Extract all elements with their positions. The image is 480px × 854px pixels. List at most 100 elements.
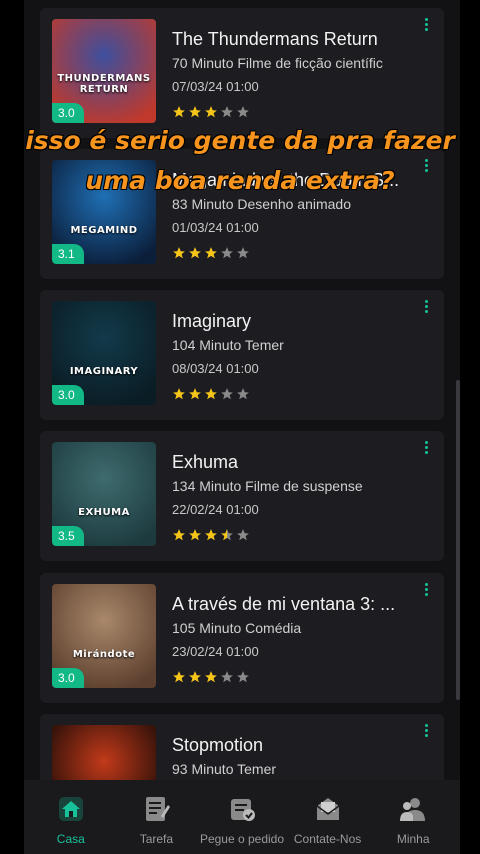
star-rating [172,105,414,121]
tab-label: Contate-Nos [293,832,362,846]
star-icon [237,106,249,118]
movie-card[interactable]: IMAGINARY 3.0 Imaginary 104 Minuto Temer 08/… [40,290,444,420]
tab-label: Minha [396,832,430,846]
movie-date: 23/02/24 01:00 [172,644,259,659]
movie-card[interactable]: EXHUMA 3.5 Exhuma 134 Minuto Filme de suspe… [40,431,444,561]
movie-duration-genre: 104 Minuto Temer [172,337,284,353]
poster-title-text: MEGAMIND [70,225,138,236]
menu-dot [424,310,428,313]
rating-badge: 3.0 [52,103,84,123]
movie-duration-genre: 134 Minuto Filme de suspense [172,478,363,494]
menu-dot [424,159,428,162]
movie-date: 08/03/24 01:00 [172,361,259,376]
movie-list[interactable]: THUNDERMANS RETURN 3.0 The Thundermans Ret… [24,0,460,780]
menu-dot [424,300,428,303]
menu-dot [424,441,428,444]
more-options-icon[interactable] [418,724,434,746]
overlay-caption-line-2: uma boa renda extra? [85,166,395,195]
movie-poster[interactable]: Mirándote 3.0 [52,584,156,688]
star-icon [173,106,185,118]
poster-title-text: Mirándote [72,649,136,660]
task-icon [146,797,171,821]
profile-icon [400,798,426,821]
overlay-caption-line-1: isso é serio gente da pra fazer [25,126,455,155]
star-icon [189,671,201,683]
movie-title: The Thundermans Return [172,29,378,49]
star-icon [221,106,233,118]
movie-info: A través de mi ventana 3: ... 105 Minuto … [172,593,414,686]
star-icon [205,106,217,118]
star-icon [221,388,233,400]
menu-dot [424,593,428,596]
menu-dot [424,23,428,26]
tab-casa[interactable]: Casa [28,780,114,854]
movie-date: 22/02/24 01:00 [172,502,259,517]
star-rating [172,670,414,686]
menu-dot [424,28,428,31]
more-options-icon[interactable] [418,18,434,40]
movie-date: 07/03/24 01:00 [172,79,259,94]
scrollbar[interactable] [456,380,460,700]
bottom-tab-bar: Casa Tarefa Pegue o pedido Contate-Nos M… [24,780,460,854]
tab-label: Tarefa [139,832,174,846]
rating-badge: 3.5 [52,526,84,546]
star-icon [173,388,185,400]
tab-label: Pegue o pedido [199,832,285,846]
star-icon [237,388,249,400]
movie-poster[interactable]: IMAGINARY 3.0 [52,301,156,405]
star-icon [205,671,217,683]
movie-duration-genre: 93 Minuto Temer [172,761,277,777]
star-icon [205,388,217,400]
star-icon [189,106,201,118]
movie-duration-genre: 70 Minuto Filme de ficção científic [172,55,383,71]
star-icon [221,247,233,259]
poster-artwork [52,725,156,780]
star-icon [189,388,201,400]
star-rating [172,246,414,262]
star-icon [189,529,201,541]
rating-badge: 3.1 [52,244,84,264]
star-icon [237,529,249,541]
star-icon [173,247,185,259]
tab-minha[interactable]: Minha [370,780,456,854]
movie-card[interactable]: THUNDERMANS RETURN 3.0 The Thundermans Ret… [40,8,444,138]
poster-title-text: IMAGINARY [69,366,139,377]
movie-title: A través de mi ventana 3: ... [172,594,396,614]
tab-label: Casa [56,832,85,846]
movie-poster[interactable] [52,725,156,780]
menu-dot [424,446,428,449]
tab-pegue-o-pedido[interactable]: Pegue o pedido [199,780,285,854]
poster-title-text: EXHUMA [78,507,130,518]
movie-date: 01/03/24 01:00 [172,220,259,235]
tab-tarefa[interactable]: Tarefa [114,780,200,854]
menu-dot [424,583,428,586]
rating-badge: 3.0 [52,668,84,688]
star-icon [189,247,201,259]
movie-title: Imaginary [172,311,252,331]
star-icon [221,529,233,541]
movie-info: Imaginary 104 Minuto Temer 08/03/24 01:00 [172,310,414,403]
star-icon [205,529,217,541]
star-icon [237,671,249,683]
movie-title: Exhuma [172,452,239,472]
movie-card[interactable]: Mirándote 3.0 A través de mi ventana 3: ..… [40,573,444,703]
movie-card[interactable]: Stopmotion 93 Minuto Temer [40,714,444,780]
tab-contate-nos[interactable]: Contate-Nos [285,780,371,854]
menu-dot [424,724,428,727]
more-options-icon[interactable] [418,583,434,605]
more-options-icon[interactable] [418,441,434,463]
menu-dot [424,451,428,454]
movie-duration-genre: 83 Minuto Desenho animado [172,196,352,212]
order-icon [230,799,255,821]
star-rating [172,387,414,403]
movie-poster[interactable]: EXHUMA 3.5 [52,442,156,546]
home-icon [58,797,83,821]
star-icon [221,671,233,683]
movie-duration-genre: 105 Minuto Comédia [172,620,302,636]
star-rating [172,528,414,544]
poster-title-text: THUNDERMANS RETURN [57,73,151,95]
star-icon [173,671,185,683]
more-options-icon[interactable] [418,300,434,322]
rating-badge: 3.0 [52,385,84,405]
movie-poster[interactable]: THUNDERMANS RETURN 3.0 [52,19,156,123]
